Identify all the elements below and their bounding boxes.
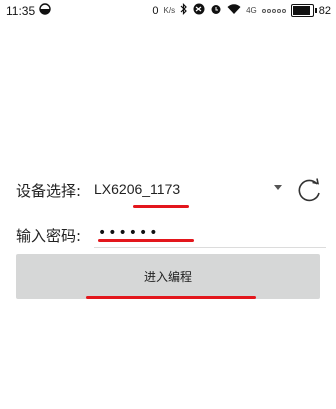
- device-value: LX6206_1173: [94, 181, 181, 197]
- refresh-button[interactable]: [296, 176, 324, 204]
- device-select-row: 设备选择: LX6206_1173: [16, 176, 326, 204]
- status-time: 11:35: [6, 3, 36, 18]
- annotation-underline-device: [133, 205, 189, 208]
- annotation-underline-password: [98, 239, 194, 242]
- network-type: 4G: [246, 6, 257, 15]
- password-row: 输入密码: ••••••: [16, 224, 326, 250]
- battery-icon: [290, 4, 317, 17]
- enter-programming-button[interactable]: 进入编程: [16, 254, 320, 299]
- bluetooth-icon: [180, 3, 188, 18]
- circle-half-icon: [39, 3, 51, 18]
- dropdown-arrow-icon[interactable]: [274, 185, 282, 190]
- refresh-icon: [298, 178, 320, 202]
- wifi-icon: [227, 3, 241, 18]
- password-field[interactable]: ••••••: [94, 224, 326, 248]
- annotation-underline-button: [86, 296, 256, 299]
- battery-level: 82: [318, 4, 331, 17]
- device-label: 设备选择:: [16, 182, 82, 200]
- password-label: 输入密码:: [16, 227, 82, 245]
- device-select[interactable]: LX6206_1173: [94, 176, 304, 204]
- data-sync-icon: [193, 3, 205, 18]
- network-unit: K/s: [163, 6, 176, 15]
- status-bar: 11:35 0 K/s 4G 82: [0, 0, 336, 20]
- alarm-icon: [210, 3, 222, 18]
- status-bar-left: 11:35: [6, 3, 51, 18]
- network-speed: 0: [152, 4, 159, 17]
- status-bar-right: 0 K/s 4G 82: [152, 3, 331, 18]
- signal-icon: [261, 8, 286, 13]
